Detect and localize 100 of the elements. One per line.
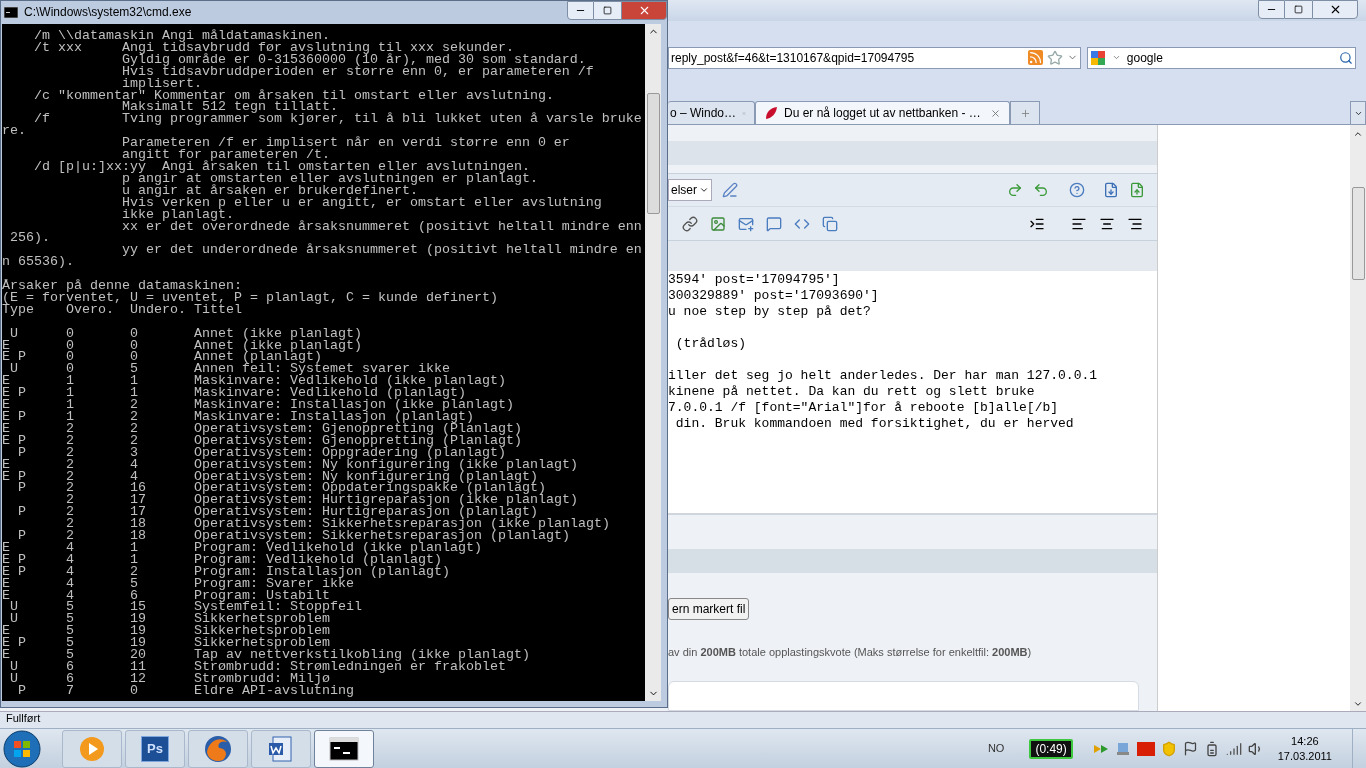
image-icon[interactable]: [710, 215, 726, 232]
flag-icon: [1182, 741, 1198, 756]
minimize-button[interactable]: [567, 1, 594, 20]
table-cell-text: P: [17, 528, 26, 544]
console-line: Hvis verken p eller u er angitt, er omstart eller avslutning: [120, 196, 602, 209]
clock[interactable]: 14:26 17.03.2011: [1277, 733, 1332, 764]
network-drive-icon: [1114, 740, 1131, 757]
console-line: Årsaker på denne datamaskinen:: [2, 280, 242, 292]
console-line: ikke planlagt.: [120, 208, 234, 221]
column-header: Overo.: [66, 301, 114, 317]
scrollbar-thumb[interactable]: [646, 93, 660, 214]
search-icon[interactable]: [1339, 50, 1353, 65]
search-engine-icon[interactable]: [1089, 49, 1106, 66]
console-line: xx er det overordnede årsaksnummeret (positivt heltall mindre enn: [120, 220, 642, 233]
pen-icon[interactable]: [722, 182, 738, 199]
text-line: kinene på nettet. Da kan du rett og slett bruke: [668, 384, 1035, 401]
redo-icon[interactable]: [1007, 182, 1023, 199]
help-icon[interactable]: [1069, 182, 1085, 199]
shield-icon: [1160, 740, 1177, 757]
close-button[interactable]: [621, 1, 667, 20]
remove-file-button[interactable]: ern markert fil: [668, 598, 750, 621]
console-app-icon: [4, 6, 18, 18]
search-field[interactable]: google: [1086, 46, 1356, 69]
address-bar[interactable]: reply_post&f=46&t=1310167&qpid=17094795: [668, 46, 1081, 69]
table-cell-text: P: [17, 480, 26, 496]
close-button[interactable]: [1312, 0, 1358, 19]
console-line: /c "kommentar" Kommentar om årsaken til omstart eller avslutning.: [33, 89, 554, 102]
console-line: Hvis tidsavbruddperioden er større enn 0, er parameteren /f: [120, 65, 594, 78]
globe-fox-icon: [203, 733, 233, 764]
table-cell: Annet (ikke planlagt): [194, 325, 362, 341]
console-line: (E = forventet, U = uventet, P = planlagt, C = kunde definert): [2, 291, 498, 304]
maximize-icon: [1294, 5, 1303, 14]
table-cell-text: U: [10, 325, 18, 341]
text-line: 300329889' post='17093690']: [668, 288, 879, 305]
minimize-button[interactable]: [1258, 0, 1285, 19]
table-cell: Strømbrudd: Miljø: [194, 670, 330, 686]
table-cell-text: P: [17, 682, 26, 698]
document-download-icon[interactable]: [1103, 182, 1119, 199]
browser-tab[interactable]: o – Windo…: [668, 101, 755, 125]
scrollbar-thumb[interactable]: [1351, 187, 1365, 281]
console-line: /d [p|u:]xx:yy Angi årsaken til omstarten eller avslutningen.: [33, 160, 530, 173]
taskbar-app-button[interactable]: [314, 729, 374, 768]
text-line: (trådløs): [674, 336, 746, 353]
copy-icon[interactable]: [822, 215, 838, 232]
table-cell-text: U: [10, 611, 18, 627]
speech-bubble-icon[interactable]: [766, 215, 782, 232]
console-line: Maksimalt 512 tegn tillatt.: [120, 101, 338, 114]
table-cell-text: P: [17, 504, 26, 520]
console-line: /f Tving programmer som kjører, til å bli lukket uten å varsle bruke: [33, 113, 642, 126]
mail-add-icon[interactable]: [738, 215, 754, 232]
new-tab-button[interactable]: [1010, 101, 1040, 125]
table-cell: E: [2, 456, 10, 472]
console-line: /m \\datamaskin Angi måldatamaskinen.: [33, 30, 330, 42]
plus-icon: [1019, 107, 1031, 119]
document-upload-icon[interactable]: [1129, 182, 1145, 199]
rss-icon: [1027, 50, 1043, 66]
text-line: u noe step by step på det?: [668, 304, 871, 321]
battery-meter[interactable]: (0:49): [1029, 738, 1073, 759]
text-line: din. Bruk kommandoen med forsiktighet, du er herved: [674, 416, 1074, 433]
bank-logo-icon: [764, 106, 778, 121]
console-line: p angir at omstarten eller avslutningen er planlagt.: [121, 172, 538, 185]
url-text: reply_post&f=46&t=1310167&qpid=17094795: [671, 49, 916, 67]
console-line: Gyldig område er 0-315360000 (10 år), med 30 som standard.: [120, 53, 586, 66]
text-line: 3594' post='17094795']: [668, 272, 840, 289]
text-line: iller det seg jo helt anderledes. Der har man 127.0.0.1: [668, 368, 1098, 385]
console-line: n 65536).: [2, 256, 74, 269]
tab-title: Du er nå logget ut av nettbanken - …: [784, 105, 982, 123]
word-document-icon: [267, 734, 295, 763]
scrollbar[interactable]: [645, 24, 661, 701]
signal-icon: [1225, 740, 1242, 757]
link-add-icon[interactable]: [682, 215, 698, 232]
media-player-icon: [78, 734, 106, 763]
console-line: Parameteren /f er implisert når en verdi større enn 0 er: [120, 137, 570, 150]
taskbar-app-button[interactable]: Ps: [125, 729, 185, 768]
close-tab-icon[interactable]: [990, 107, 1001, 119]
undo-icon[interactable]: [1033, 182, 1049, 199]
text-line: 7.0.0.1 /f [font="Arial"]for å reboote [b]alle[/b]: [668, 400, 1059, 417]
column-header: Undero.: [130, 301, 186, 317]
window-title: C:\Windows\system32\cmd.exe: [24, 4, 192, 21]
browser-tab[interactable]: Du er nå logget ut av nettbanken - …: [755, 101, 1010, 125]
message-text-area[interactable]: [668, 271, 1157, 516]
maximize-icon: [603, 6, 612, 15]
table-cell: E: [2, 647, 10, 663]
table-cell: 0: [130, 325, 138, 341]
bookmark-star-icon[interactable]: [1046, 49, 1063, 66]
status-text: Fullført: [6, 711, 41, 724]
maximize-button[interactable]: [1285, 0, 1312, 19]
console-line: re.: [2, 125, 26, 138]
tab-title: o – Windo…: [670, 105, 737, 123]
start-button[interactable]: [2, 728, 42, 768]
scrollbar[interactable]: [1350, 125, 1366, 711]
maximize-button[interactable]: [594, 1, 621, 20]
console-icon: [329, 736, 359, 761]
console-line: /t xxx Angi tidsavbrudd før avslutning til xxx sekunder.: [33, 41, 514, 54]
language-indicator[interactable]: NO: [987, 740, 1005, 757]
tab-list-button[interactable]: [1350, 101, 1366, 125]
search-text: google: [1126, 49, 1164, 67]
console-line: implisert.: [121, 77, 202, 90]
console-line: yy er det underordnede årsaksnummeret (positivt heltall mindre en: [120, 244, 642, 257]
format-select[interactable]: elser: [668, 179, 712, 202]
